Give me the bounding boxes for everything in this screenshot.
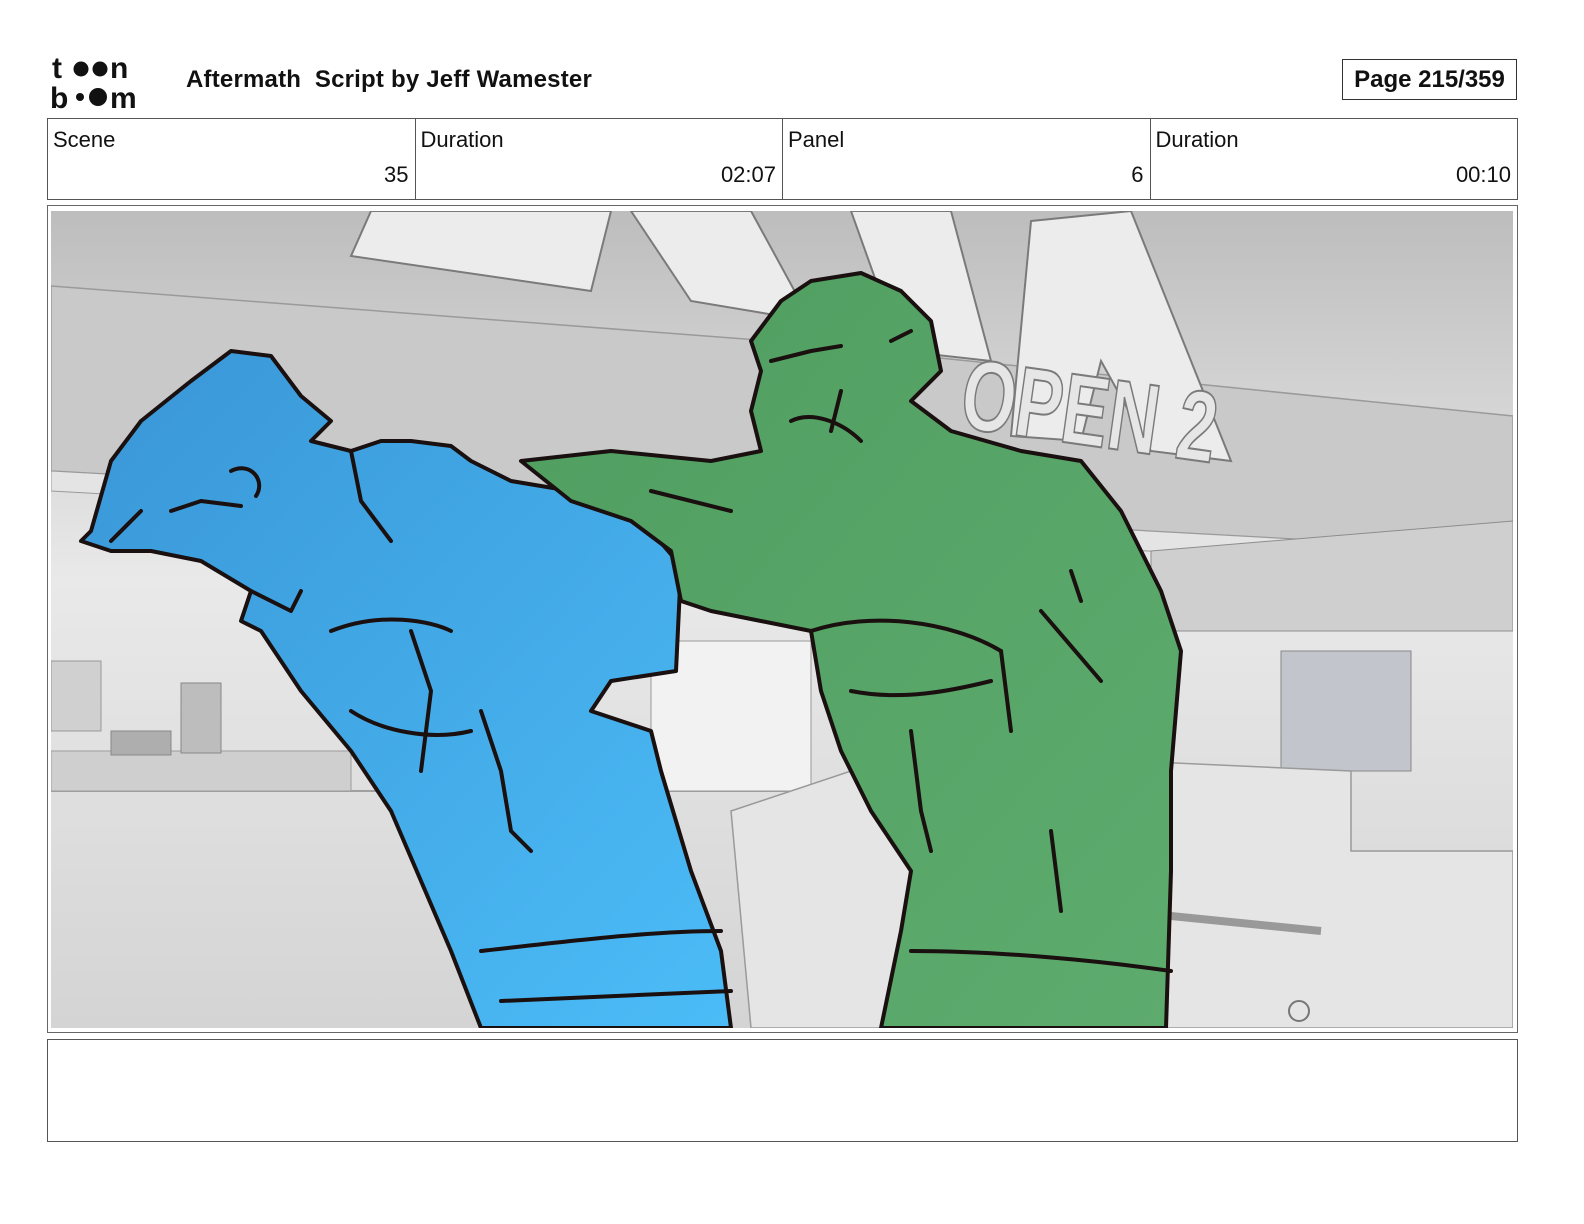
panel-duration-value: 00:10 — [1455, 162, 1511, 187]
scene-info-table: Scene 35 Duration 02:07 Panel 6 Duration… — [47, 118, 1518, 200]
panel-cell: Panel 6 — [783, 119, 1151, 199]
scene-value: 35 — [384, 162, 409, 187]
scene-label: Scene — [53, 127, 116, 152]
svg-text:m: m — [110, 82, 137, 110]
panel-duration-label: Duration — [1155, 127, 1239, 152]
page-number: Page 215/359 — [1342, 59, 1517, 100]
toonboom-logo: t n b m — [50, 52, 137, 110]
scene-duration-cell: Duration 02:07 — [416, 119, 783, 199]
svg-text:t: t — [52, 52, 62, 85]
panel-duration-cell: Duration 00:10 — [1151, 119, 1518, 199]
panel-value: 6 — [1131, 162, 1144, 187]
scene-duration-label: Duration — [420, 127, 504, 152]
svg-text:n: n — [110, 52, 128, 85]
scene-cell: Scene 35 — [48, 119, 416, 199]
panel-notes-box — [47, 1039, 1518, 1142]
scene-duration-value: 02:07 — [720, 162, 776, 187]
storyboard-panel-image: OPEN 2 — [51, 211, 1513, 1028]
document-title: Aftermath Script by Jeff Wamester — [186, 66, 593, 93]
svg-text:b: b — [50, 82, 68, 110]
panel-label: Panel — [788, 127, 845, 152]
